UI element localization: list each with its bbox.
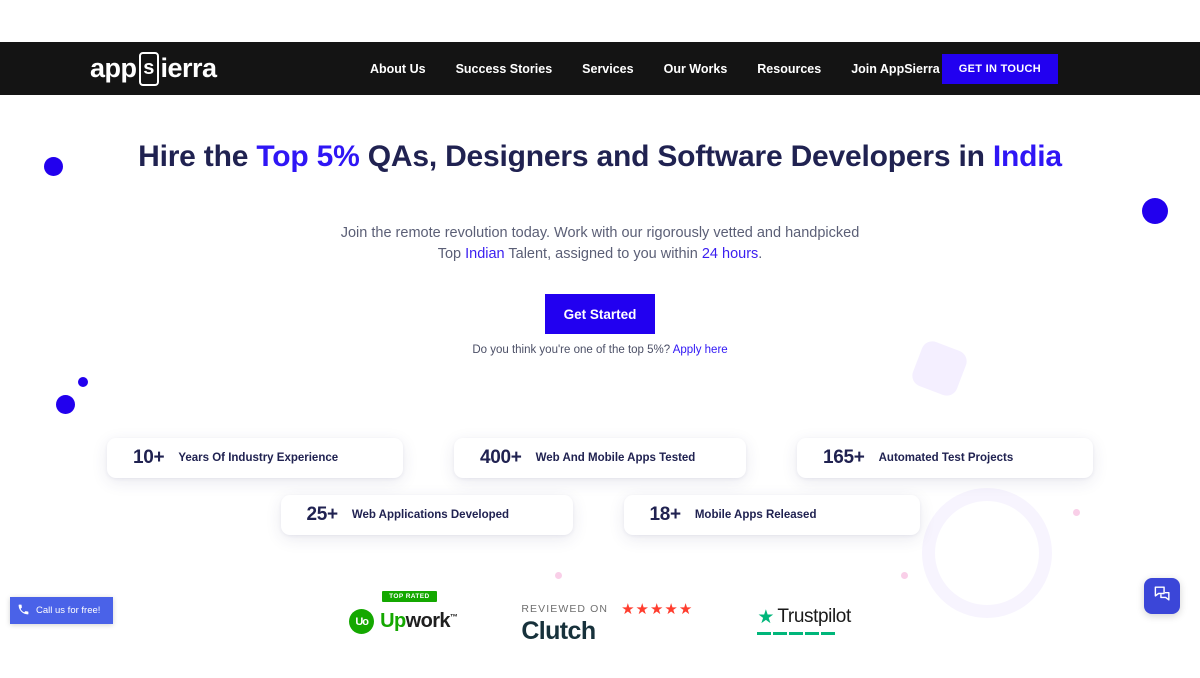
clutch-wordmark: Clutch [521, 617, 596, 645]
decor-pink-dot-2 [901, 572, 908, 579]
nav-item-join-appsierra[interactable]: Join AppSierra [851, 62, 939, 76]
site-header: app s ierra About Us Success Stories Servi… [0, 42, 1200, 95]
subhead-line-2-pre: Top [437, 246, 466, 262]
subhead-line-2-mid: Talent, assigned to you within [504, 246, 702, 262]
upwork-wordmark: Upwork™ [380, 610, 458, 633]
chat-widget-button[interactable] [1144, 578, 1180, 614]
stat-card-years-experience[interactable]: 10+ Years Of Industry Experience [107, 438, 403, 478]
clutch-reviewed-on-label: REVIEWED ON [521, 603, 609, 615]
headline-highlight-top5: Top 5% [256, 140, 360, 173]
trustpilot-star-icon: ★ [757, 606, 775, 628]
subhead-highlight-indian: Indian [465, 246, 505, 262]
upwork-top-rated-label: TOP RATED [382, 591, 437, 602]
main-navigation: About Us Success Stories Services Our Wo… [370, 62, 940, 76]
browser-top-strip [0, 0, 1200, 42]
subhead-highlight-24-hours: 24 hours [701, 246, 759, 262]
stat-label: Automated Test Projects [878, 452, 1014, 464]
badge-clutch[interactable]: REVIEWED ON ★★★★★ Clutch [521, 600, 694, 645]
stat-card-mobile-apps-released[interactable]: 18+ Mobile Apps Released [623, 495, 920, 535]
hero-subheading: Join the remote revolution today. Work w… [0, 223, 1200, 265]
stat-number: 25+ [306, 504, 339, 525]
stat-label: Years Of Industry Experience [178, 452, 339, 464]
apply-here-link[interactable]: Apply here [673, 344, 728, 356]
call-us-label: Call us for free! [36, 605, 101, 616]
decor-pink-dot-1 [555, 572, 562, 579]
stats-row-bottom: 25+ Web Applications Developed 18+ Mobil… [0, 495, 1200, 535]
decor-blue-dot-right [1142, 198, 1168, 224]
stat-number: 400+ [480, 447, 522, 468]
badge-trustpilot[interactable]: ★ Trustpilot [757, 600, 851, 635]
hero-section: Hire the Top 5% QAs, Designers and Softw… [0, 95, 1200, 678]
get-started-button[interactable]: Get Started [545, 294, 655, 334]
apply-question-text: Do you think you're one of the top 5%? [472, 344, 673, 356]
landing-page: app s ierra About Us Success Stories Servi… [0, 0, 1200, 678]
stat-card-automated-test-projects[interactable]: 165+ Automated Test Projects [797, 438, 1093, 478]
stat-label: Web And Mobile Apps Tested [535, 452, 696, 464]
decor-blue-dot-small [78, 377, 88, 387]
headline-part-2: QAs, Designers and Software Developers i… [359, 140, 993, 173]
upwork-word-u: Up [380, 610, 406, 632]
headline-highlight-india: India [992, 140, 1062, 173]
stat-card-apps-tested[interactable]: 400+ Web And Mobile Apps Tested [454, 438, 746, 478]
headline-part-1: Hire the [138, 140, 257, 173]
trustpilot-wordmark: Trustpilot [777, 606, 851, 627]
phone-icon [17, 603, 30, 618]
trustpilot-rating-bar [757, 632, 836, 635]
stat-number: 18+ [649, 504, 682, 525]
nav-item-resources[interactable]: Resources [757, 62, 821, 76]
stat-number: 10+ [133, 447, 165, 468]
upwork-logo-icon: Uo [349, 609, 375, 634]
upwork-trademark-icon: ™ [449, 612, 458, 622]
nav-item-our-works[interactable]: Our Works [664, 62, 728, 76]
page-title: Hire the Top 5% QAs, Designers and Softw… [0, 137, 1200, 176]
stat-number: 165+ [823, 447, 865, 468]
stat-label: Web Applications Developed [351, 509, 510, 521]
badge-upwork[interactable]: TOP RATED Uo Upwork™ [349, 591, 458, 634]
appsierra-logo[interactable]: app s ierra [90, 51, 218, 86]
clutch-star-rating-icon: ★★★★★ [621, 601, 694, 618]
review-badges: TOP RATED Uo Upwork™ REVIEWED ON ★★★★★ C… [0, 591, 1200, 645]
stat-card-web-apps-developed[interactable]: 25+ Web Applications Developed [280, 495, 573, 535]
logo-mark-icon: s [138, 51, 159, 86]
logo-text-post: ierra [160, 53, 218, 83]
stats-row-top: 10+ Years Of Industry Experience 400+ We… [0, 438, 1200, 478]
decor-blue-dot-left-bottom [56, 395, 75, 414]
call-us-widget[interactable]: Call us for free! [10, 597, 113, 624]
apply-here-line: Do you think you're one of the top 5%? A… [0, 344, 1200, 356]
get-in-touch-button[interactable]: GET IN TOUCH [941, 53, 1058, 84]
nav-item-success-stories[interactable]: Success Stories [456, 62, 553, 76]
chat-bubbles-icon [1153, 584, 1172, 608]
nav-item-services[interactable]: Services [582, 62, 633, 76]
nav-item-about-us[interactable]: About Us [370, 62, 426, 76]
upwork-word-rest: work [405, 610, 451, 632]
subhead-line-2-end: . [758, 246, 763, 262]
logo-text-pre: app [90, 53, 137, 83]
stat-label: Mobile Apps Released [694, 509, 817, 521]
subhead-line-1: Join the remote revolution today. Work w… [340, 225, 860, 241]
